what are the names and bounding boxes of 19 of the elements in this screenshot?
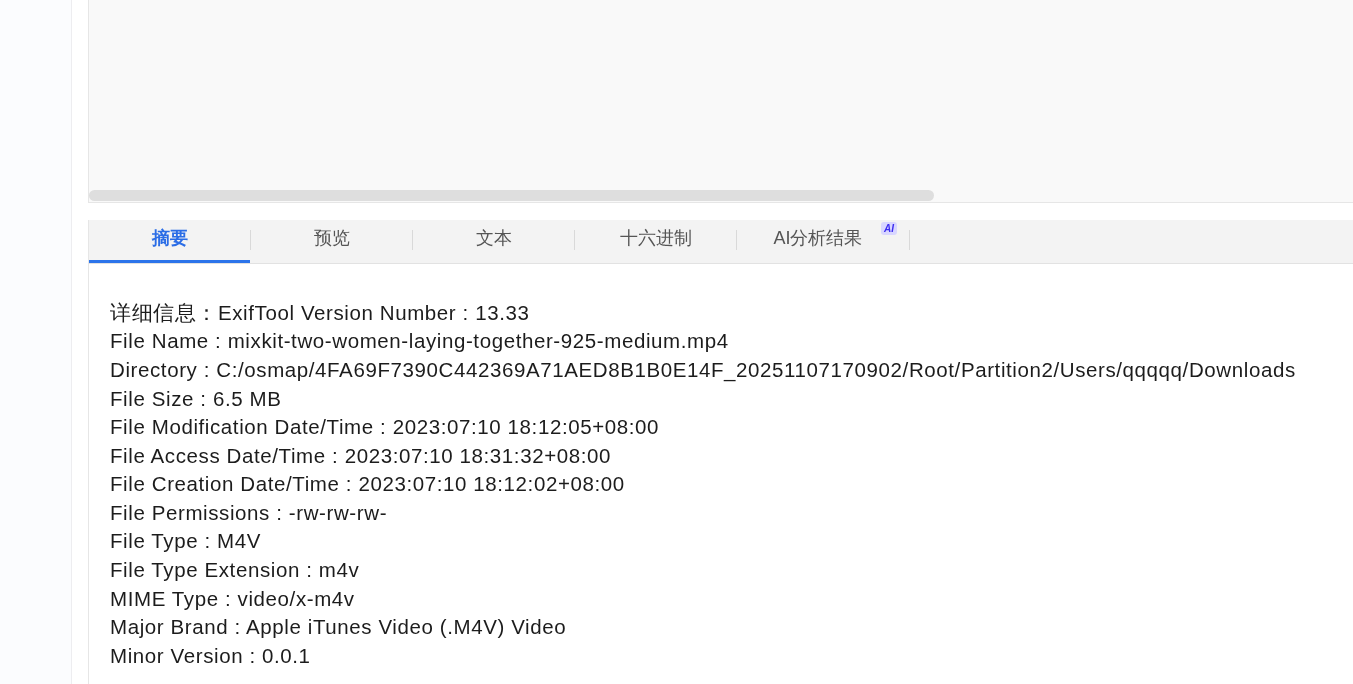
detail-line: File Type Extension : m4v	[110, 557, 361, 584]
detail-line: File Creation Date/Time : 2023:07:10 18:12:02+08:00	[110, 471, 626, 498]
detail-line: MIME Type : video/x-m4v	[110, 585, 356, 612]
detail-line: 详细信息：ExifTool Version Number : 13.33	[110, 299, 531, 326]
detail-line: File Access Date/Time : 2023:07:10 18:31:32+08:00	[110, 442, 612, 469]
detail-line: Directory : C:/osmap/4FA69F7390C442369A71AED8B1B0E14F_20251107170902/Root/Partition2/Users/qqqqq/Downloads	[110, 356, 1297, 384]
ai-badge: AI	[881, 221, 897, 235]
detail-line: File Permissions : -rw-rw-rw-	[110, 499, 389, 526]
detail-line: File Modification Date/Time : 2023:07:10 18:12:05+08:00	[110, 414, 661, 441]
tab[interactable]: 预览	[251, 219, 412, 263]
detail-line: Major Brand : Apple iTunes Video (.M4V) Video	[110, 614, 568, 641]
detail-line: Minor Version : 0.0.1	[110, 642, 312, 669]
scrollbar-thumb[interactable]	[89, 189, 934, 201]
tab[interactable]: 摘要	[89, 219, 250, 263]
tab[interactable]: 文本	[413, 219, 574, 263]
detail-line: File Type : M4V	[110, 528, 263, 555]
detail-line: File Size : 6.5 MB	[110, 385, 283, 412]
detail-line: File Name : mixkit-two-women-laying-together-925-medium.mp4	[110, 328, 730, 355]
tab[interactable]: 十六进制	[575, 219, 736, 263]
